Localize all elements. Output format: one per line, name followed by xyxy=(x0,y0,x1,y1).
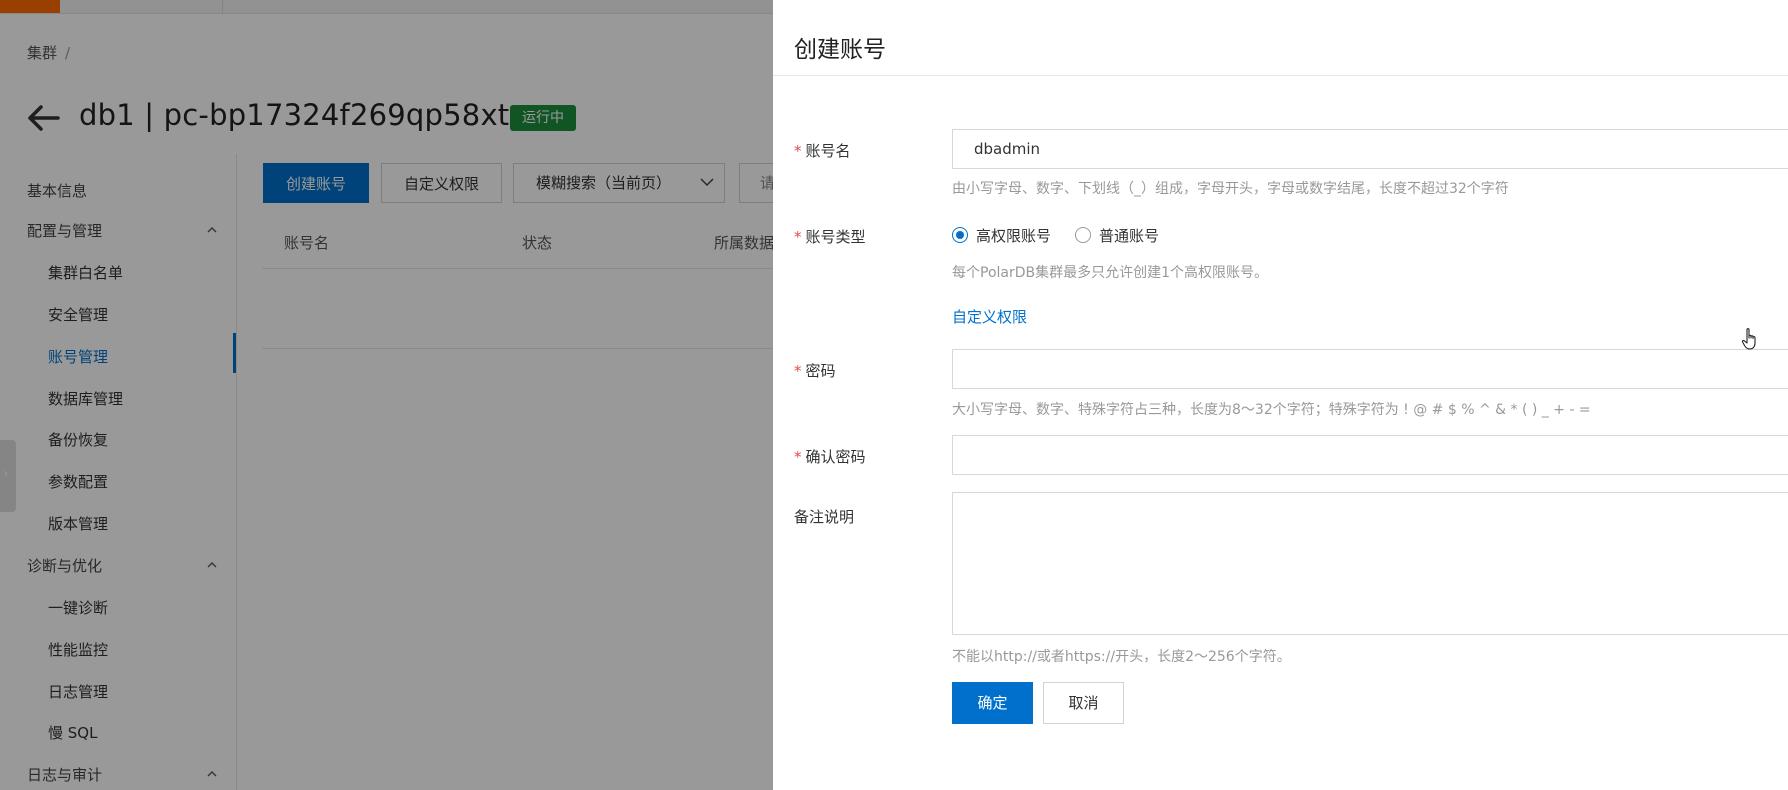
password-label-text: 密码 xyxy=(805,362,836,380)
required-mark: * xyxy=(794,228,802,246)
password-label: * 密码 xyxy=(794,360,836,381)
radio-privileged-account[interactable]: 高权限账号 xyxy=(952,225,1051,247)
account-type-hint: 每个PolarDB集群最多只允许创建1个高权限账号。 xyxy=(952,265,1269,281)
account-type-label-text: 账号类型 xyxy=(805,228,866,246)
account-name-input[interactable]: dbadmin xyxy=(952,129,1788,169)
remark-label: 备注说明 xyxy=(794,508,855,526)
drawer-title: 创建账号 xyxy=(794,37,886,63)
radio-checked-icon xyxy=(952,227,968,243)
radio-normal-account[interactable]: 普通账号 xyxy=(1075,225,1159,247)
hand-cursor-icon xyxy=(1741,328,1756,350)
radio-unchecked-icon xyxy=(1075,227,1091,243)
drawer-divider xyxy=(773,75,1788,76)
confirm-button[interactable]: 确定 xyxy=(952,682,1033,724)
cancel-button[interactable]: 取消 xyxy=(1043,682,1124,724)
required-mark: * xyxy=(794,362,802,380)
password-input[interactable] xyxy=(952,349,1788,389)
custom-permission-link[interactable]: 自定义权限 xyxy=(952,306,1027,327)
account-type-label: * 账号类型 xyxy=(794,226,866,247)
radio-normal-label: 普通账号 xyxy=(1099,227,1160,245)
account-name-label: * 账号名 xyxy=(794,140,851,161)
remark-textarea[interactable] xyxy=(952,492,1788,635)
password-hint: 大小写字母、数字、特殊字符占三种，长度为8～32个字符；特殊字符为 ! @ # … xyxy=(952,402,1591,418)
confirm-password-label-text: 确认密码 xyxy=(805,448,866,466)
account-name-hint: 由小写字母、数字、下划线（_）组成，字母开头，字母或数字结尾，长度不超过32个字… xyxy=(952,181,1509,197)
confirm-password-input[interactable] xyxy=(952,435,1788,475)
confirm-password-label: * 确认密码 xyxy=(794,446,866,467)
required-mark: * xyxy=(794,142,802,160)
radio-privileged-label: 高权限账号 xyxy=(976,227,1052,245)
create-account-drawer: 创建账号 * 账号名 dbadmin 由小写字母、数字、下划线（_）组成，字母开头… xyxy=(773,0,1788,790)
required-mark: * xyxy=(794,448,802,466)
account-name-label-text: 账号名 xyxy=(805,142,851,160)
remark-hint: 不能以http://或者https://开头，长度2～256个字符。 xyxy=(952,649,1291,665)
